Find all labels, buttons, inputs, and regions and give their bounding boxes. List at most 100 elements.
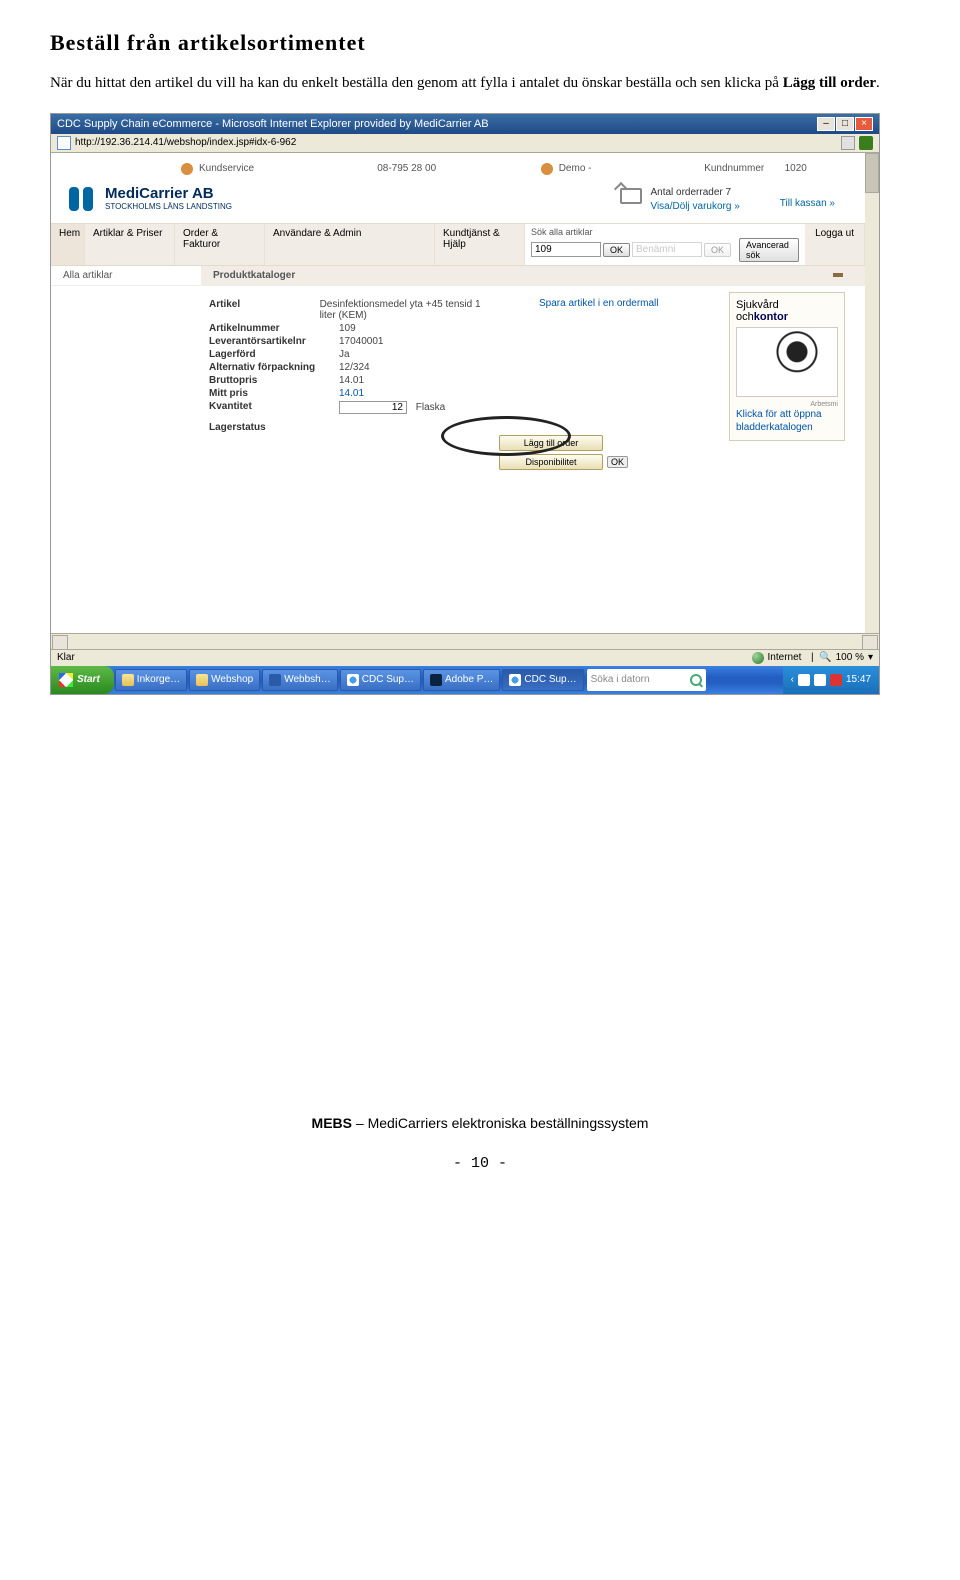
globe-icon	[752, 652, 764, 664]
top-info-bar: Kundservice 08-795 28 00 Demo - Kundnumm…	[51, 153, 865, 179]
lbl-kvantitet: Kvantitet	[209, 401, 339, 414]
kundnummer-value: 1020	[785, 163, 807, 174]
save-article-link[interactable]: Spara artikel i en ordermall	[539, 298, 669, 309]
val-bruttopris: 14.01	[339, 375, 364, 386]
status-zoom: 100 %	[836, 652, 864, 663]
windows-logo-icon	[59, 673, 73, 687]
mail-icon	[122, 674, 134, 686]
word-icon	[269, 674, 281, 686]
doc-paragraph: När du hittat den artikel du vill ha kan…	[50, 72, 910, 95]
page-icon	[57, 136, 71, 150]
tray-icon-2[interactable]	[814, 674, 826, 686]
sidebox-open-link[interactable]: Klicka för att öppna bladderkatalogen	[736, 408, 838, 434]
val-mittpris: 14.01	[339, 388, 364, 399]
nav-anvandare[interactable]: Användare & Admin	[265, 224, 435, 265]
taskbar-item-adobe[interactable]: Adobe P…	[423, 669, 500, 691]
unit-label: Flaska	[416, 402, 445, 413]
disponibilitet-button[interactable]: Disponibilitet	[499, 454, 603, 470]
minimize-button[interactable]: –	[817, 117, 835, 131]
ie-status-bar: Klar Internet | 🔍 100 % ▾	[51, 649, 879, 666]
search-artikel-input[interactable]	[531, 242, 601, 257]
nav-search-area: Sök alla artiklar OK OK Avancerad sök	[525, 224, 805, 265]
action-column: Spara artikel i en ordermall Lägg till o…	[539, 298, 669, 470]
url-dropdown-button[interactable]	[841, 136, 855, 150]
main-nav: Hem Artiklar & Priser Order & Fakturor A…	[51, 223, 865, 266]
taskbar-item-inkorg[interactable]: Inkorge…	[115, 669, 187, 691]
val-levartnr: 17040001	[339, 336, 384, 347]
taskbar-item-webshop[interactable]: Webshop	[189, 669, 260, 691]
val-artikelnummer: 109	[339, 323, 356, 334]
phone-label: 08-795 28 00	[377, 163, 436, 174]
sub-nav: Alla artiklar Produktkataloger	[51, 266, 865, 286]
val-artikel: Desinfektionsmedel yta +45 tensid 1 lite…	[320, 299, 499, 321]
system-tray: ‹ 15:47	[783, 666, 879, 694]
logo-name: MediCarrier AB	[105, 185, 232, 202]
maximize-button[interactable]: □	[836, 117, 854, 131]
page-number: - 10 -	[50, 1155, 910, 1172]
status-zone: Internet	[768, 652, 802, 663]
nav-hem[interactable]: Hem	[51, 224, 85, 265]
tray-clock: 15:47	[846, 674, 871, 685]
nav-artiklar[interactable]: Artiklar & Priser	[85, 224, 175, 265]
nav-order[interactable]: Order & Fakturor	[175, 224, 265, 265]
subnav-alla-artiklar[interactable]: Alla artiklar	[51, 266, 201, 285]
lbl-mittpris: Mitt pris	[209, 388, 339, 399]
lbl-artikelnummer: Artikelnummer	[209, 323, 339, 334]
quantity-input[interactable]	[339, 401, 407, 414]
tray-icon-3[interactable]	[830, 674, 842, 686]
cart-icon	[620, 188, 642, 204]
horizontal-scrollbar[interactable]	[51, 633, 879, 649]
close-button[interactable]: ×	[855, 117, 873, 131]
taskbar-item-cdc2[interactable]: CDC Sup…	[502, 669, 583, 691]
logo-icon	[65, 185, 99, 215]
val-altpack: 12/324	[339, 362, 370, 373]
nav-kundtjanst[interactable]: Kundtjänst & Hjälp	[435, 224, 525, 265]
folder-icon	[196, 674, 208, 686]
search-label: Sök alla artiklar	[531, 227, 799, 237]
add-to-order-button[interactable]: Lägg till order	[499, 435, 603, 451]
kundnummer-label: Kundnummer	[704, 163, 764, 174]
demo-icon	[541, 163, 553, 175]
collapse-icon[interactable]	[833, 273, 843, 277]
taskbar-item-webbsh[interactable]: Webbsh…	[262, 669, 338, 691]
lbl-altpack: Alternativ förpackning	[209, 362, 339, 373]
footer-text: MEBS – MediCarriers elektroniska beställ…	[50, 1115, 910, 1131]
search-benamn-input[interactable]	[632, 242, 702, 257]
to-checkout-link[interactable]: Till kassan »	[780, 186, 835, 209]
lbl-lagerstatus: Lagerstatus	[209, 422, 339, 433]
para-bold: Lägg till order	[783, 75, 876, 91]
doc-heading: Beställ från artikelsortimentet	[50, 30, 910, 56]
lbl-artikel: Artikel	[209, 299, 320, 321]
tray-chevron-icon[interactable]: ‹	[791, 674, 794, 685]
sidebox-title: Sjukvård ochkontor	[736, 299, 838, 323]
go-button[interactable]	[859, 136, 873, 150]
logo-sub: STOCKHOLMS LÄNS LANDSTING	[105, 202, 232, 211]
sidebox-image	[736, 327, 838, 397]
product-table: ArtikelDesinfektionsmedel yta +45 tensid…	[209, 298, 499, 470]
search-ok-button[interactable]: OK	[603, 243, 630, 257]
window-title: CDC Supply Chain eCommerce - Microsoft I…	[57, 118, 489, 130]
ok-after-button[interactable]: OK	[607, 456, 628, 468]
taskbar-item-cdc1[interactable]: CDC Sup…	[340, 669, 421, 691]
advanced-search-button[interactable]: Avancerad sök	[739, 238, 799, 262]
start-button[interactable]: Start	[51, 666, 114, 694]
url-text[interactable]: http://192.36.214.41/webshop/index.jsp#i…	[75, 137, 296, 148]
status-klar: Klar	[57, 652, 75, 664]
vertical-scrollbar[interactable]	[865, 153, 879, 193]
user-icon	[181, 163, 193, 175]
catalog-sidebox[interactable]: Sjukvård ochkontor Arbetsmi Klicka för a…	[729, 292, 845, 441]
kundservice-label: Kundservice	[199, 163, 254, 174]
demo-label: Demo -	[559, 163, 592, 174]
taskbar-search[interactable]: Söka i datorn	[587, 669, 706, 691]
search-ok2-button[interactable]: OK	[704, 243, 731, 257]
ie-titlebar: CDC Supply Chain eCommerce - Microsoft I…	[51, 114, 879, 134]
lbl-lagerford: Lagerförd	[209, 349, 339, 360]
subnav-produktkataloger[interactable]: Produktkataloger	[213, 270, 295, 281]
window-buttons: –□×	[816, 117, 873, 131]
cart-toggle-link[interactable]: Visa/Dölj varukorg »	[650, 200, 739, 214]
nav-logout[interactable]: Logga ut	[805, 224, 865, 265]
para-post: .	[876, 75, 880, 91]
tray-icon-1[interactable]	[798, 674, 810, 686]
search-icon	[690, 674, 702, 686]
screenshot-window: CDC Supply Chain eCommerce - Microsoft I…	[50, 113, 880, 695]
